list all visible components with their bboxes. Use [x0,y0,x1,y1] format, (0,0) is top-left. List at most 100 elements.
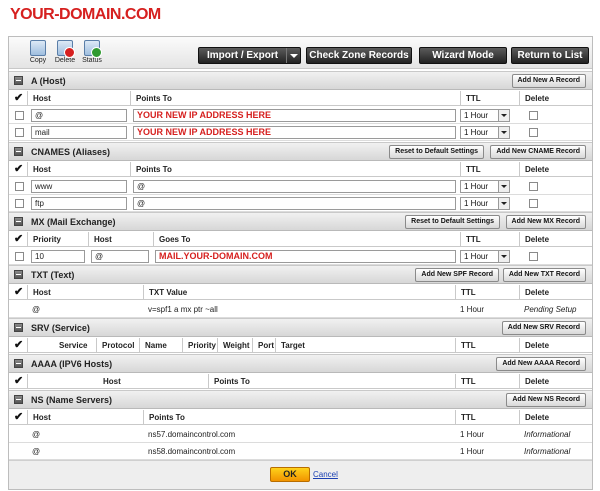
collapse-icon[interactable] [14,76,23,85]
host-value: @ [32,430,41,439]
collapse-icon[interactable] [14,270,23,279]
host-input[interactable]: ftp [31,197,127,210]
col-points-to: Points To [143,410,185,425]
add-txt-record-button[interactable]: Add New TXT Record [502,268,586,282]
col-protocol: Protocol [96,338,134,353]
select-all-checkmark-icon[interactable]: ✔ [14,164,23,175]
add-spf-record-button[interactable]: Add New SPF Record [415,268,499,282]
delete-tool[interactable]: Delete [52,40,78,64]
delete-checkbox[interactable] [529,199,538,208]
add-cname-record-button[interactable]: Add New CNAME Record [490,145,586,159]
copy-label: Copy [29,57,47,64]
delete-checkbox[interactable] [529,128,538,137]
select-all-checkmark-icon[interactable]: ✔ [14,376,23,387]
points-to-input[interactable]: YOUR NEW IP ADDRESS HERE [133,109,456,122]
status-icon [84,40,102,58]
ttl-select[interactable]: 1 Hour [460,126,510,139]
delete-checkbox[interactable] [529,111,538,120]
a-section-header: A (Host) Add New A Record [9,71,592,90]
ttl-value: 1 Hour [464,111,489,120]
col-delete: Delete [519,285,549,300]
collapse-icon[interactable] [14,359,23,368]
collapse-icon[interactable] [14,147,23,156]
col-ttl: TTL [460,91,481,106]
import-export-button[interactable]: Import / Export [198,47,301,64]
ok-button[interactable]: OK [270,467,310,482]
col-delete: Delete [519,91,549,106]
dns-manager-panel: Copy Delete Status Import / Export Check… [8,36,593,490]
host-input[interactable]: www [31,180,127,193]
ttl-value: 1 Hour [460,305,485,314]
select-all-checkmark-icon[interactable]: ✔ [14,93,23,104]
col-weight: Weight [217,338,250,353]
ns-section-title: NS (Name Servers) [31,395,113,405]
add-ns-record-button[interactable]: Add New NS Record [506,393,586,407]
chevron-down-icon [498,181,509,192]
row-checkbox[interactable] [15,199,24,208]
collapse-icon[interactable] [14,323,23,332]
ttl-select[interactable]: 1 Hour [460,250,510,263]
col-target: Target [275,338,305,353]
select-all-checkmark-icon[interactable]: ✔ [14,412,23,423]
txt-table-header: ✔ Host TXT Value TTL Delete [9,285,592,300]
select-all-checkmark-icon[interactable]: ✔ [14,234,23,245]
check-zone-records-button[interactable]: Check Zone Records [306,47,412,64]
priority-input[interactable]: 10 [31,250,85,263]
a-table-header: ✔ Host Points To TTL Delete [9,91,592,106]
chevron-down-icon [498,198,509,209]
points-to-input[interactable]: @ [133,180,456,193]
cname-table-header: ✔ Host Points To TTL Delete [9,162,592,177]
select-all-checkmark-icon[interactable]: ✔ [14,340,23,351]
aaaa-section-header: AAAA (IPV6 Hosts) Add New AAAA Record [9,354,592,373]
status-tool[interactable]: Status [79,40,105,64]
delete-icon [57,40,75,58]
delete-status: Pending Setup [524,305,577,314]
reset-cname-button[interactable]: Reset to Default Settings [389,145,484,159]
table-row: ftp @ 1 Hour [9,195,592,212]
add-mx-record-button[interactable]: Add New MX Record [505,215,586,229]
col-ttl: TTL [455,410,476,425]
col-ttl: TTL [460,232,481,247]
col-host: Host [27,162,51,177]
col-priority: Priority [182,338,216,353]
delete-checkbox[interactable] [529,252,538,261]
delete-checkbox[interactable] [529,182,538,191]
reset-mx-button[interactable]: Reset to Default Settings [405,215,500,229]
ttl-select[interactable]: 1 Hour [460,197,510,210]
add-srv-record-button[interactable]: Add New SRV Record [501,321,586,335]
wizard-mode-button[interactable]: Wizard Mode [419,47,507,64]
col-points-to: Points To [130,162,172,177]
ttl-value: 1 Hour [460,447,485,456]
ttl-select[interactable]: 1 Hour [460,180,510,193]
ttl-value: 1 Hour [464,252,489,261]
copy-tool[interactable]: Copy [25,40,51,64]
srv-table-header: ✔ Service Protocol Name Priority Weight … [9,338,592,353]
row-checkbox[interactable] [15,182,24,191]
mx-table-header: ✔ Priority Host Goes To TTL Delete [9,232,592,247]
row-checkbox[interactable] [15,111,24,120]
row-checkbox[interactable] [15,252,24,261]
host-input[interactable]: @ [91,250,149,263]
row-checkbox[interactable] [15,128,24,137]
select-all-checkmark-icon[interactable]: ✔ [14,287,23,298]
table-row: 10 @ MAIL.YOUR-DOMAIN.COM 1 Hour [9,248,592,265]
host-input[interactable]: @ [31,109,127,122]
txt-section-title: TXT (Text) [31,270,75,280]
add-aaaa-record-button[interactable]: Add New AAAA Record [496,357,586,371]
cancel-link[interactable]: Cancel [313,470,338,479]
collapse-icon[interactable] [14,395,23,404]
chevron-down-icon [498,127,509,138]
col-host: Host [27,285,51,300]
goes-to-input[interactable]: MAIL.YOUR-DOMAIN.COM [155,250,456,263]
mx-section-title: MX (Mail Exchange) [31,217,116,227]
collapse-icon[interactable] [14,217,23,226]
points-to-input[interactable]: @ [133,197,456,210]
host-value: @ [32,447,41,456]
host-input[interactable]: mail [31,126,127,139]
add-a-record-button[interactable]: Add New A Record [511,74,586,88]
chevron-down-icon[interactable] [286,48,300,63]
points-to-value: ns58.domaincontrol.com [148,447,236,456]
ttl-select[interactable]: 1 Hour [460,109,510,122]
points-to-input[interactable]: YOUR NEW IP ADDRESS HERE [133,126,456,139]
return-to-list-button[interactable]: Return to List [511,47,589,64]
